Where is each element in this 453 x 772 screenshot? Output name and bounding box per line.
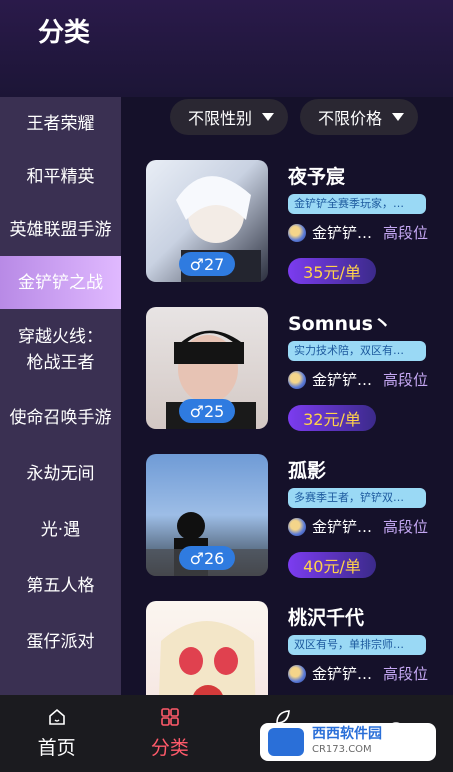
watermark-text: 西西软件园 CR173.COM (312, 726, 382, 758)
gender-filter[interactable]: 不限性别 (170, 99, 289, 135)
sidebar-item-hpjy[interactable]: 和平精英 (0, 150, 121, 203)
grid-icon (161, 708, 179, 726)
player-card[interactable]: ♂25 Somnus丶 实力技术陪，双区有… 金铲铲… 高段位 32元/单 (146, 307, 446, 454)
watermark-sub: CR173.COM (312, 744, 372, 755)
sidebar-item-eggy[interactable]: 蛋仔派对 (0, 614, 121, 670)
player-name: 孤影 (288, 460, 327, 482)
header: 分类 (0, 0, 453, 97)
player-name: 夜予宸 (288, 166, 346, 188)
game-icon (288, 517, 306, 536)
player-tag: 实力技术陪，双区有… (288, 341, 426, 361)
tab-home[interactable]: 首页 (0, 695, 113, 772)
gender-filter-label: 不限性别 (188, 109, 253, 128)
age-badge: ♂27 (179, 252, 235, 276)
tab-category[interactable]: 分类 (113, 695, 226, 772)
sidebar-item-lol[interactable]: 英雄联盟手游 (0, 203, 121, 256)
home-icon (48, 708, 65, 725)
age-badge: ♂26 (179, 546, 235, 570)
watermark: 西西软件园 CR173.COM (260, 723, 436, 761)
tab-home-label: 首页 (37, 737, 76, 759)
level-label: 高段位 (383, 371, 429, 389)
sidebar-item-yjwj[interactable]: 永劫无间 (0, 446, 121, 502)
player-card[interactable]: ♂26 孤影 多赛季王者，铲铲双… 金铲铲… 高段位 40元/单 (146, 454, 446, 601)
watermark-title: 西西软件园 (312, 726, 382, 742)
game-info: 金铲铲… (288, 663, 372, 684)
price-filter-label: 不限价格 (318, 109, 383, 128)
avatar: ♂27 (146, 160, 268, 282)
price-badge: 32元/单 (288, 405, 376, 431)
sidebar-item-d5[interactable]: 第五人格 (0, 558, 121, 614)
game-info: 金铲铲… (288, 222, 372, 243)
game-name: 金铲铲… (312, 518, 373, 536)
level-label: 高段位 (383, 224, 429, 242)
tab-category-label: 分类 (150, 737, 189, 759)
player-name: 桃沢千代 (288, 607, 365, 629)
sidebar-item-cf[interactable]: 穿越火线：枪战王者 (0, 309, 121, 390)
sidebar-item-jcc[interactable]: 金铲铲之战 (0, 256, 121, 309)
sidebar-item-wzry[interactable]: 王者荣耀 (0, 97, 121, 150)
player-list: ♂27 夜予宸 金铲铲全赛季玩家，… 金铲铲… 高段位 35元/单 ♂25 So… (146, 160, 446, 748)
level-label: 高段位 (383, 665, 429, 683)
player-tag: 多赛季王者，铲铲双… (288, 488, 426, 508)
sidebar-item-label: 穿越火线：枪战王者 (18, 326, 103, 373)
game-info: 金铲铲… (288, 369, 372, 390)
age-badge: ♂25 (179, 399, 235, 423)
player-name: Somnus丶 (288, 313, 392, 335)
watermark-logo-icon (268, 728, 304, 756)
price-badge: 35元/单 (288, 258, 376, 284)
game-name: 金铲铲… (312, 224, 373, 242)
game-icon (288, 664, 306, 683)
player-tag: 金铲铲全赛季玩家，… (288, 194, 426, 214)
sidebar-item-codm[interactable]: 使命召唤手游 (0, 390, 121, 446)
level-label: 高段位 (383, 518, 429, 536)
game-icon (288, 223, 306, 242)
filter-bar: 不限性别 不限价格 (170, 99, 419, 135)
category-sidebar: 王者荣耀 和平精英 英雄联盟手游 金铲铲之战 穿越火线：枪战王者 使命召唤手游 … (0, 97, 121, 695)
game-icon (288, 370, 306, 389)
avatar: ♂26 (146, 454, 268, 576)
chevron-down-icon (262, 113, 275, 121)
price-badge: 40元/单 (288, 552, 376, 578)
player-card[interactable]: ♂27 夜予宸 金铲铲全赛季玩家，… 金铲铲… 高段位 35元/单 (146, 160, 446, 307)
price-filter[interactable]: 不限价格 (300, 99, 419, 135)
player-tag: 双区有号，单排宗师… (288, 635, 426, 655)
game-name: 金铲铲… (312, 371, 373, 389)
chevron-down-icon (392, 113, 405, 121)
game-info: 金铲铲… (288, 516, 372, 537)
game-name: 金铲铲… (312, 665, 373, 683)
avatar: ♂25 (146, 307, 268, 429)
sidebar-item-sky[interactable]: 光·遇 (0, 502, 121, 558)
page-title: 分类 (38, 18, 91, 48)
